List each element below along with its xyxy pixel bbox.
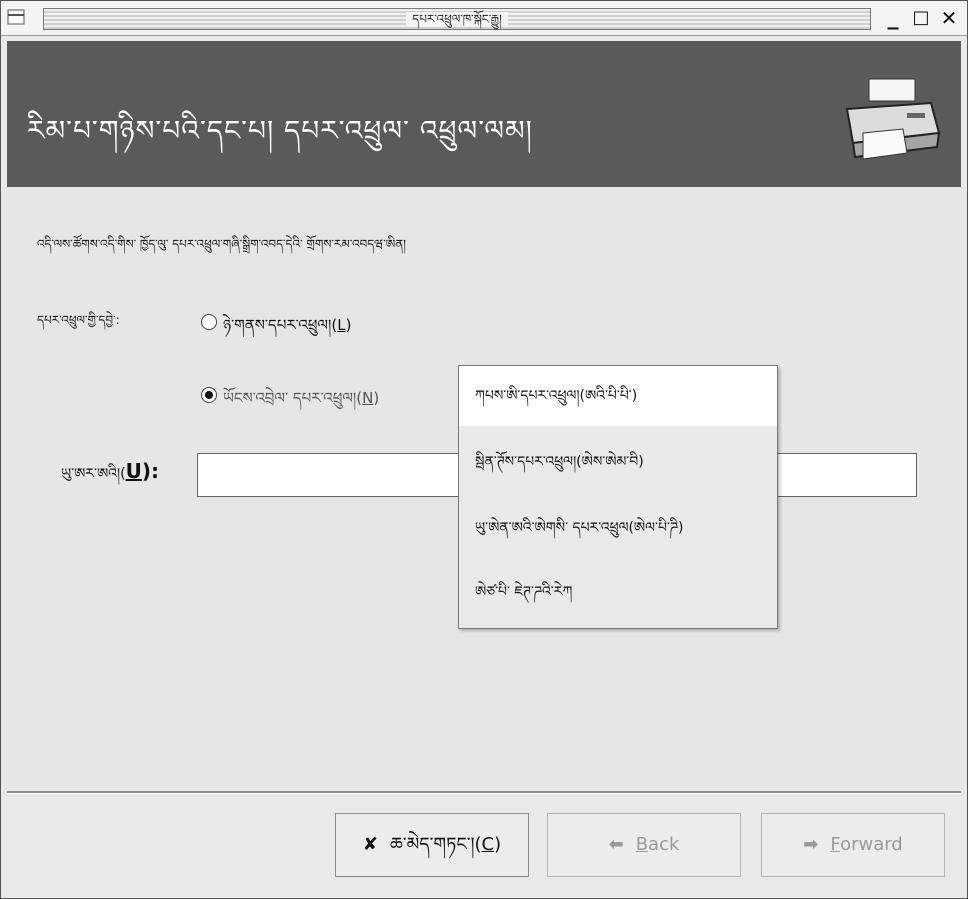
network-type-dropdown[interactable]: ཀཔས་ཨི་དཔར་འཕྲུལ།(ཨའི་པི་པི་) སྦིན་ཊོས་ད… <box>458 365 778 629</box>
menu-item-smb[interactable]: སྦིན་ཊོས་དཔར་འཕྲུལ།(ཨེས་ཨེམ་བི) <box>459 432 777 492</box>
window-title: དཔར་འཕྲུལ་ཁ་སྐོང་རྒྱུ། <box>406 12 508 26</box>
printer-icon <box>835 78 943 161</box>
local-printer-label[interactable]: ཉེ་གནས་དཔར་འཕྲུལ།(L) <box>223 309 351 351</box>
cancel-button[interactable]: ✘ ཆ་མེད་གཏང་།(C) <box>335 813 529 877</box>
menu-item-jetdirect[interactable]: ཨེཙ་པི་ ཇེཊ་ཌའི་རེཀ <box>459 562 777 622</box>
minimize-button[interactable]: _ <box>881 6 905 30</box>
forward-button[interactable]: ➡ Forward <box>761 813 945 877</box>
printer-wizard-window: དཔར་འཕྲུལ་ཁ་སྐོང་རྒྱུ། _ □ ✕ རིམ་པ་གཉིས་… <box>0 0 968 899</box>
page-title: རིམ་པ་གཉིས་པའི་དང་པ། དཔར་འཕྲུལ་ འཕྲུལ་ལམ… <box>27 114 533 147</box>
title-strip: དཔར་འཕྲུལ་ཁ་སྐོང་རྒྱུ། <box>43 8 871 30</box>
device-type-label: དཔར་འཕྲུལ་གྱི་དབྱེ་: <box>37 313 120 327</box>
window-menu-icon[interactable] <box>7 9 25 25</box>
cancel-x-icon: ✘ <box>362 834 378 855</box>
local-printer-radio[interactable] <box>201 314 217 330</box>
button-separator <box>7 791 961 794</box>
network-printer-label[interactable]: ཡོངས་འབྲེལ་ དཔར་འཕྲུལ།(N) <box>223 382 379 424</box>
close-button[interactable]: ✕ <box>937 6 961 30</box>
forward-label-rest: orward <box>840 834 903 855</box>
menu-item-ipp[interactable]: ཀཔས་ཨི་དཔར་འཕྲུལ།(ཨའི་པི་པི་) <box>459 366 777 426</box>
network-printer-radio[interactable] <box>201 387 217 403</box>
wizard-header: རིམ་པ་གཉིས་པའི་དང་པ། དཔར་འཕྲུལ་ འཕྲུལ་ལམ… <box>7 41 961 187</box>
intro-text: འདི་ལས་ཚོགས་འདི་གིས་ ཁྱོད་ལུ་ དཔར་འཕྲུལ་… <box>37 237 406 251</box>
forward-arrow-icon: ➡ <box>803 834 819 855</box>
uri-label: ཡུ་ཨར་ཨའི།(U): <box>61 459 159 483</box>
back-arrow-icon: ⬅ <box>608 834 624 855</box>
maximize-button[interactable]: □ <box>909 6 933 30</box>
menu-item-lpd[interactable]: ཡུ་ཨེན་ཨའི་ཨེགསི་ དཔར་འཕྲུལ(ཨེལ་པི་ཌི) <box>459 498 777 558</box>
back-label-rest: ack <box>648 834 680 855</box>
back-button[interactable]: ⬅ Back <box>547 813 741 877</box>
title-bar[interactable]: དཔར་འཕྲུལ་ཁ་སྐོང་རྒྱུ། _ □ ✕ <box>1 1 967 36</box>
